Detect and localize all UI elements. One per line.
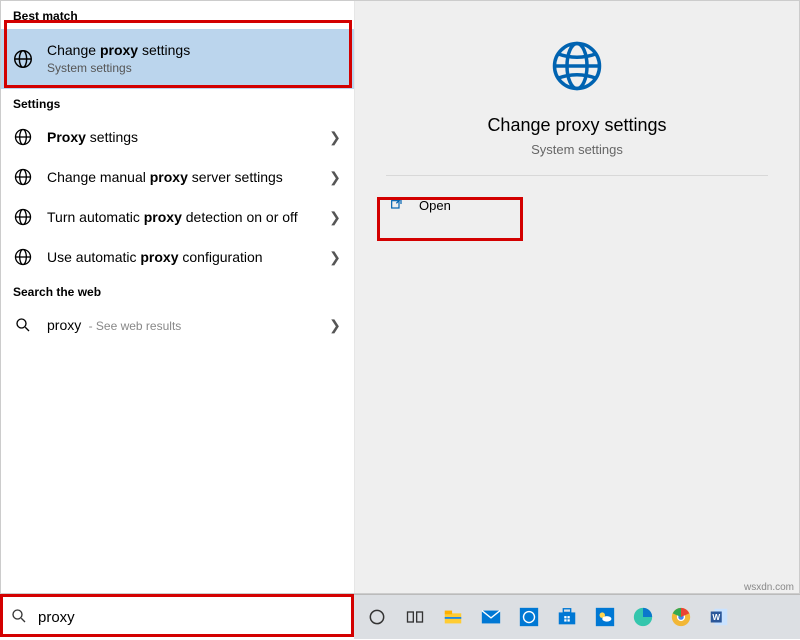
- detail-subtitle: System settings: [531, 142, 623, 157]
- open-button[interactable]: Open: [377, 188, 757, 223]
- globe-icon: [11, 47, 35, 71]
- best-match-subtitle: System settings: [47, 61, 344, 77]
- word-icon[interactable]: W: [706, 604, 732, 630]
- section-best-match: Best match: [1, 1, 354, 29]
- watermark: wsxdn.com: [744, 582, 794, 593]
- weather-icon[interactable]: [592, 604, 618, 630]
- best-match-result[interactable]: Change proxy settings System settings: [1, 29, 354, 89]
- settings-result[interactable]: Proxy settings ❯: [1, 117, 354, 157]
- taskbar: W: [0, 594, 800, 639]
- divider: [386, 175, 768, 176]
- settings-result-title: Turn automatic proxy detection on or off: [47, 208, 326, 226]
- search-results-pane: Best match Change proxy settings System …: [1, 1, 355, 593]
- globe-icon: [11, 125, 35, 149]
- settings-result[interactable]: Use automatic proxy configuration ❯: [1, 237, 354, 277]
- chrome-icon[interactable]: [668, 604, 694, 630]
- search-input[interactable]: [38, 609, 344, 626]
- open-label: Open: [419, 198, 451, 213]
- open-icon: [389, 196, 405, 215]
- globe-icon: [544, 33, 610, 99]
- chevron-right-icon[interactable]: ❯: [326, 317, 344, 334]
- chevron-right-icon[interactable]: ❯: [326, 249, 344, 266]
- svg-text:W: W: [712, 613, 720, 622]
- web-result-title: proxy - See web results: [47, 316, 326, 335]
- chevron-right-icon[interactable]: ❯: [326, 169, 344, 186]
- globe-icon: [11, 245, 35, 269]
- globe-icon: [11, 205, 35, 229]
- globe-icon: [11, 165, 35, 189]
- best-match-title: Change proxy settings: [47, 41, 344, 59]
- store-icon[interactable]: [554, 604, 580, 630]
- settings-result-title: Proxy settings: [47, 128, 326, 146]
- browser-icon[interactable]: [516, 604, 542, 630]
- detail-title: Change proxy settings: [487, 115, 666, 136]
- section-settings: Settings: [1, 89, 354, 117]
- search-icon: [10, 607, 28, 628]
- edge-icon[interactable]: [630, 604, 656, 630]
- settings-result-title: Change manual proxy server settings: [47, 168, 326, 186]
- chevron-right-icon[interactable]: ❯: [326, 129, 344, 146]
- chevron-right-icon[interactable]: ❯: [326, 209, 344, 226]
- detail-pane: Change proxy settings System settings Op…: [355, 1, 799, 593]
- taskbar-search[interactable]: [0, 595, 354, 640]
- web-result[interactable]: proxy - See web results ❯: [1, 305, 354, 345]
- settings-result[interactable]: Change manual proxy server settings ❯: [1, 157, 354, 197]
- settings-result-title: Use automatic proxy configuration: [47, 248, 326, 266]
- task-view-icon[interactable]: [402, 604, 428, 630]
- search-icon: [11, 313, 35, 337]
- taskbar-icons: W: [354, 595, 800, 639]
- file-explorer-icon[interactable]: [440, 604, 466, 630]
- mail-icon[interactable]: [478, 604, 504, 630]
- cortana-icon[interactable]: [364, 604, 390, 630]
- settings-result[interactable]: Turn automatic proxy detection on or off…: [1, 197, 354, 237]
- section-search-web: Search the web: [1, 277, 354, 305]
